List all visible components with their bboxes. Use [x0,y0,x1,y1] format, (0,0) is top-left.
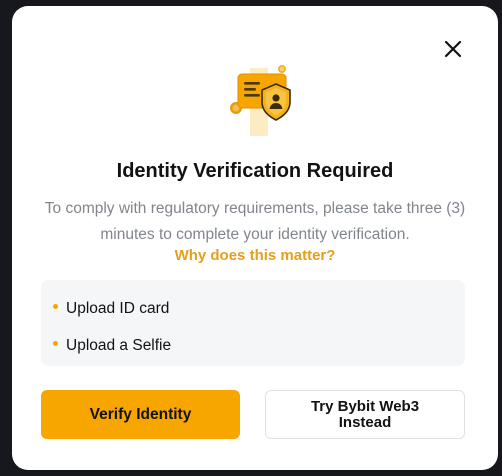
step-label: Upload a Selfie [66,337,172,354]
identity-verification-dialog: Identity Verification Required To comply… [12,6,498,470]
step-upload-id-card: Upload ID card [53,300,169,318]
close-icon [444,40,462,58]
dialog-description: To comply with regulatory requirements, … [44,200,466,243]
why-does-this-matter-link[interactable]: Why does this matter? [12,247,498,264]
bullet-dot-icon [53,304,58,310]
bullet-dot-icon [53,341,58,347]
step-upload-selfie: Upload a Selfie [53,337,171,355]
id-card-shield-icon [214,64,294,144]
verify-identity-button[interactable]: Verify Identity [41,390,240,439]
verification-steps-panel: Upload ID card Upload a Selfie [41,280,465,366]
try-bybit-web3-button[interactable]: Try Bybit Web3 Instead [265,390,465,439]
dialog-title: Identity Verification Required [116,160,394,182]
step-label: Upload ID card [66,300,170,317]
close-button[interactable] [440,36,466,62]
